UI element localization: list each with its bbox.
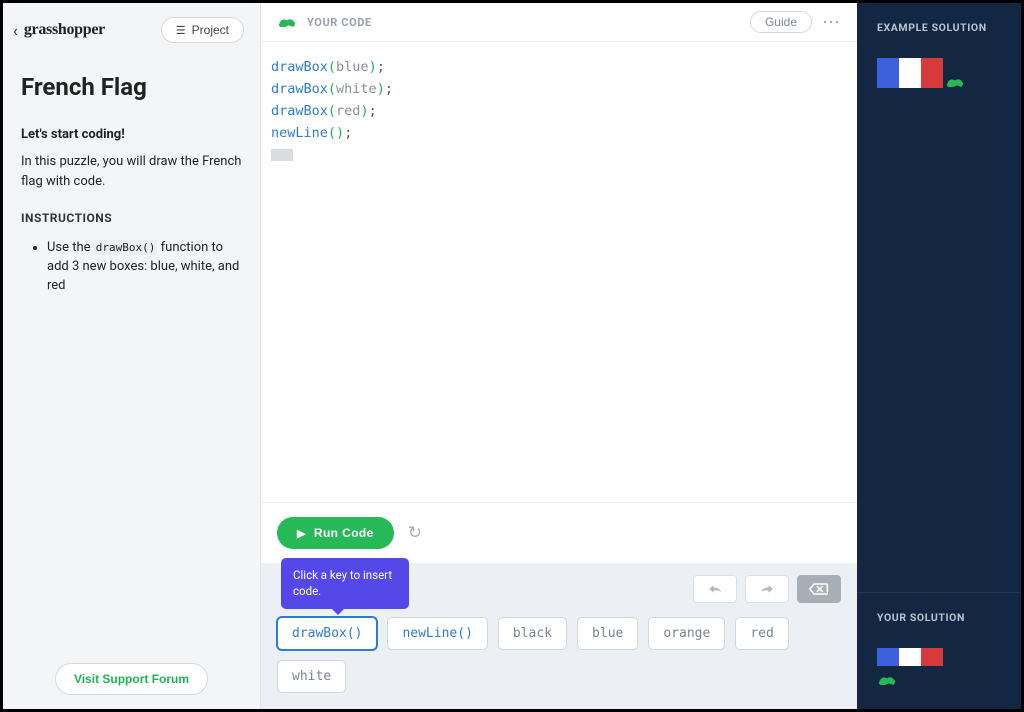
code-var: red bbox=[336, 103, 360, 119]
your-flag bbox=[877, 648, 1001, 666]
brand-wrap: ‹ grasshopper bbox=[13, 21, 105, 40]
editor-header: YOUR CODE Guide ⋯ bbox=[261, 3, 857, 42]
paren-open: ( bbox=[328, 125, 336, 141]
puzzle-title: French Flag bbox=[21, 73, 242, 101]
intro-text: In this puzzle, you will draw the French… bbox=[21, 152, 242, 191]
key-blue[interactable]: blue bbox=[577, 617, 638, 650]
back-icon[interactable]: ‹ bbox=[13, 21, 18, 40]
example-flag-row bbox=[877, 58, 1001, 88]
more-menu-icon[interactable]: ⋯ bbox=[822, 12, 841, 33]
sidebar-header: ‹ grasshopper ☰ Project bbox=[3, 3, 260, 57]
undo-button[interactable] bbox=[693, 575, 737, 603]
project-button[interactable]: ☰ Project bbox=[161, 17, 244, 43]
redo-button[interactable] bbox=[745, 575, 789, 603]
your-code-label: YOUR CODE bbox=[307, 16, 372, 29]
code-fn: drawBox bbox=[271, 81, 328, 97]
paren-close: ) bbox=[377, 81, 385, 97]
example-flag bbox=[877, 58, 943, 88]
project-button-label: Project bbox=[192, 23, 229, 37]
key-white[interactable]: white bbox=[277, 660, 346, 693]
brand-logo: grasshopper bbox=[24, 21, 105, 39]
instruction-code: drawBox() bbox=[94, 240, 158, 255]
code-fn: newLine bbox=[271, 125, 328, 141]
flag-stripe-white bbox=[899, 648, 921, 666]
code-cursor-line bbox=[271, 144, 847, 166]
play-icon: ▶ bbox=[297, 527, 306, 540]
list-icon: ☰ bbox=[176, 24, 186, 37]
semicolon: ; bbox=[344, 125, 352, 141]
code-editor[interactable]: drawBox(blue); drawBox(white); drawBox(r… bbox=[261, 42, 857, 502]
code-line: drawBox(red); bbox=[271, 100, 847, 122]
run-bar: ▶ Run Code ↻ bbox=[261, 502, 857, 563]
flag-stripe-blue bbox=[877, 648, 899, 666]
your-solution-section: YOUR SOLUTION bbox=[857, 593, 1021, 709]
flag-stripe-red bbox=[921, 58, 943, 88]
example-solution-section: EXAMPLE SOLUTION bbox=[857, 3, 1021, 593]
cursor-icon bbox=[271, 149, 293, 161]
grasshopper-icon bbox=[877, 673, 897, 687]
key-drawbox[interactable]: drawBox() bbox=[277, 617, 377, 650]
key-black[interactable]: black bbox=[498, 617, 567, 650]
redo-icon bbox=[758, 583, 776, 595]
grasshopper-icon bbox=[945, 74, 965, 88]
code-fn: drawBox bbox=[271, 103, 328, 119]
paren-open: ( bbox=[328, 81, 336, 97]
example-solution-label: EXAMPLE SOLUTION bbox=[877, 21, 1001, 34]
run-button-label: Run Code bbox=[314, 526, 374, 540]
paren-open: ( bbox=[328, 103, 336, 119]
key-orange[interactable]: orange bbox=[648, 617, 725, 650]
support-wrap: Visit Support Forum bbox=[3, 649, 260, 709]
editor-column: YOUR CODE Guide ⋯ drawBox(blue); drawBox… bbox=[261, 3, 857, 709]
flag-stripe-white bbox=[899, 58, 921, 88]
code-line: drawBox(white); bbox=[271, 78, 847, 100]
semicolon: ; bbox=[377, 59, 385, 75]
code-fn: drawBox bbox=[271, 59, 328, 75]
code-var: blue bbox=[336, 59, 369, 75]
code-var: white bbox=[336, 81, 377, 97]
editor-header-right: Guide ⋯ bbox=[750, 11, 841, 33]
paren-close: ) bbox=[369, 59, 377, 75]
key-row: Click a key to insert code. drawBox() ne… bbox=[277, 617, 841, 693]
keyboard-panel: Click a key to insert code. drawBox() ne… bbox=[261, 563, 857, 709]
key-red[interactable]: red bbox=[735, 617, 788, 650]
instruction-text-pre: Use the bbox=[47, 240, 94, 255]
code-line: drawBox(blue); bbox=[271, 56, 847, 78]
backspace-icon bbox=[809, 582, 829, 596]
run-code-button[interactable]: ▶ Run Code bbox=[277, 517, 394, 549]
backspace-button[interactable] bbox=[797, 575, 841, 603]
your-solution-hopper bbox=[877, 672, 1001, 691]
instruction-item: Use the drawBox() function to add 3 new … bbox=[47, 239, 242, 296]
flag-stripe-red bbox=[921, 648, 943, 666]
instructions-list: Use the drawBox() function to add 3 new … bbox=[21, 239, 242, 296]
support-forum-button[interactable]: Visit Support Forum bbox=[55, 663, 208, 695]
lets-start-heading: Let's start coding! bbox=[21, 127, 242, 142]
reset-icon[interactable]: ↻ bbox=[408, 523, 422, 543]
solution-panel: EXAMPLE SOLUTION YOUR SOLUTION bbox=[857, 3, 1021, 709]
grasshopper-icon bbox=[277, 15, 297, 29]
semicolon: ; bbox=[369, 103, 377, 119]
paren-open: ( bbox=[328, 59, 336, 75]
sidebar-body: French Flag Let's start coding! In this … bbox=[3, 57, 260, 649]
flag-stripe-blue bbox=[877, 58, 899, 88]
guide-button[interactable]: Guide bbox=[750, 11, 812, 33]
code-line: newLine(); bbox=[271, 122, 847, 144]
key-newline[interactable]: newLine() bbox=[387, 617, 487, 650]
sidebar: ‹ grasshopper ☰ Project French Flag Let'… bbox=[3, 3, 261, 709]
paren-close: ) bbox=[336, 125, 344, 141]
instructions-label: INSTRUCTIONS bbox=[21, 211, 242, 225]
tooltip: Click a key to insert code. bbox=[281, 558, 409, 609]
semicolon: ; bbox=[385, 81, 393, 97]
undo-icon bbox=[706, 583, 724, 595]
your-solution-label: YOUR SOLUTION bbox=[877, 611, 1001, 624]
paren-close: ) bbox=[360, 103, 368, 119]
